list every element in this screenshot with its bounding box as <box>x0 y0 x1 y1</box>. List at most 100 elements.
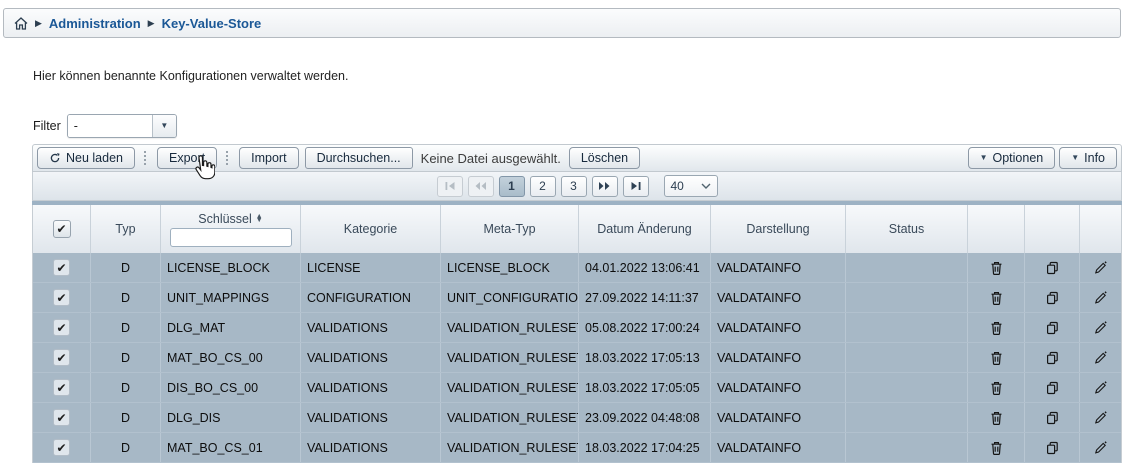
column-header-actions-edit <box>1080 205 1121 253</box>
last-page-button[interactable] <box>623 176 649 197</box>
home-icon[interactable] <box>14 17 28 30</box>
page-button-3[interactable]: 3 <box>561 176 587 197</box>
cell-schluessel: DLG_MAT <box>161 313 301 342</box>
cell-darstellung: VALDATAINFO <box>711 403 846 432</box>
copy-row-button[interactable] <box>1042 288 1062 308</box>
copy-row-button[interactable] <box>1042 348 1062 368</box>
row-checkbox[interactable]: ✔ <box>53 319 70 336</box>
copy-row-button[interactable] <box>1042 318 1062 338</box>
edit-row-button[interactable] <box>1091 378 1111 398</box>
page-button-1[interactable]: 1 <box>499 176 525 197</box>
cell-kategorie: CONFIGURATION <box>301 283 441 312</box>
row-checkbox[interactable]: ✔ <box>53 439 70 456</box>
first-page-button[interactable] <box>437 176 463 197</box>
rows-per-page-select[interactable]: 40 <box>664 175 718 197</box>
cell-status <box>846 403 968 432</box>
edit-row-button[interactable] <box>1091 348 1111 368</box>
copy-row-button[interactable] <box>1042 378 1062 398</box>
copy-icon <box>1046 351 1059 365</box>
cell-schluessel: MAT_BO_CS_00 <box>161 343 301 372</box>
column-header-label: Typ <box>115 222 135 236</box>
cell-darstellung: VALDATAINFO <box>711 343 846 372</box>
page-button-2[interactable]: 2 <box>530 176 556 197</box>
copy-icon <box>1046 321 1059 335</box>
edit-row-button[interactable] <box>1091 438 1111 458</box>
delete-row-button[interactable] <box>986 348 1006 368</box>
edit-row-button[interactable] <box>1091 408 1111 428</box>
column-header-typ[interactable]: Typ <box>91 205 161 253</box>
column-header-datum-aenderung[interactable]: Datum Änderung <box>579 205 711 253</box>
options-menu-button[interactable]: ▼ Optionen <box>968 147 1056 169</box>
sort-icon[interactable]: ▲▼ <box>256 215 263 223</box>
copy-icon <box>1046 411 1059 425</box>
next-page-button[interactable] <box>592 176 618 197</box>
trash-icon <box>990 351 1003 365</box>
select-all-checkbox[interactable]: ✔ <box>53 220 71 238</box>
breadcrumb-item-key-value-store[interactable]: Key-Value-Store <box>162 16 262 31</box>
cell-typ: D <box>91 373 161 402</box>
column-header-schluessel[interactable]: Schlüssel ▲▼ <box>161 205 301 253</box>
cell-action-edit <box>1080 373 1121 402</box>
column-header-label: Meta-Typ <box>483 222 535 236</box>
column-header-label: Status <box>889 222 924 236</box>
breadcrumb-item-administration[interactable]: Administration <box>49 16 141 31</box>
cell-status <box>846 433 968 462</box>
cell-action-delete <box>968 283 1025 312</box>
previous-page-button[interactable] <box>468 176 494 197</box>
edit-row-button[interactable] <box>1091 288 1111 308</box>
table-row[interactable]: ✔ D DLG_DIS VALIDATIONS VALIDATION_RULES… <box>33 403 1121 433</box>
filter-dropdown[interactable]: - ▼ <box>67 114 177 138</box>
row-checkbox[interactable]: ✔ <box>53 379 70 396</box>
copy-icon <box>1046 441 1059 455</box>
delete-row-button[interactable] <box>986 438 1006 458</box>
edit-row-button[interactable] <box>1091 258 1111 278</box>
row-checkbox[interactable]: ✔ <box>53 259 70 276</box>
cell-action-copy <box>1025 373 1080 402</box>
import-button[interactable]: Import <box>239 147 298 169</box>
row-checkbox[interactable]: ✔ <box>53 349 70 366</box>
column-header-darstellung[interactable]: Darstellung <box>711 205 846 253</box>
delete-row-button[interactable] <box>986 318 1006 338</box>
cell-datum-aenderung: 05.08.2022 17:00:24 <box>579 313 711 342</box>
column-header-status[interactable]: Status <box>846 205 968 253</box>
delete-row-button[interactable] <box>986 378 1006 398</box>
table-row[interactable]: ✔ D MAT_BO_CS_00 VALIDATIONS VALIDATION_… <box>33 343 1121 373</box>
delete-row-button[interactable] <box>986 288 1006 308</box>
column-header-kategorie[interactable]: Kategorie <box>301 205 441 253</box>
column-header-meta-typ[interactable]: Meta-Typ <box>441 205 579 253</box>
info-label: Info <box>1084 151 1105 165</box>
schluessel-filter-input[interactable] <box>170 228 292 247</box>
column-header-actions-copy <box>1025 205 1080 253</box>
intro-text: Hier können benannte Konfigurationen ver… <box>33 69 349 83</box>
paginator: 1 2 3 40 <box>32 172 1122 201</box>
copy-row-button[interactable] <box>1042 408 1062 428</box>
table-row[interactable]: ✔ D DLG_MAT VALIDATIONS VALIDATION_RULES… <box>33 313 1121 343</box>
cell-status <box>846 343 968 372</box>
reload-button[interactable]: Neu laden <box>37 147 135 169</box>
filter-dropdown-button[interactable]: ▼ <box>152 115 176 137</box>
export-button[interactable]: Export <box>157 147 217 169</box>
table-row[interactable]: ✔ D LICENSE_BLOCK LICENSE LICENSE_BLOCK … <box>33 253 1121 283</box>
cell-action-edit <box>1080 283 1121 312</box>
cell-datum-aenderung: 18.03.2022 17:05:13 <box>579 343 711 372</box>
delete-row-button[interactable] <box>986 258 1006 278</box>
cell-action-copy <box>1025 403 1080 432</box>
column-header-label: Darstellung <box>746 222 809 236</box>
copy-row-button[interactable] <box>1042 438 1062 458</box>
browse-label: Durchsuchen... <box>317 151 401 165</box>
cell-datum-aenderung: 18.03.2022 17:04:25 <box>579 433 711 462</box>
delete-button[interactable]: Löschen <box>569 147 640 169</box>
cell-schluessel: LICENSE_BLOCK <box>161 253 301 282</box>
row-checkbox[interactable]: ✔ <box>53 289 70 306</box>
table-row[interactable]: ✔ D DIS_BO_CS_00 VALIDATIONS VALIDATION_… <box>33 373 1121 403</box>
cell-meta-typ: VALIDATION_RULESET <box>441 403 579 432</box>
table-row[interactable]: ✔ D MAT_BO_CS_01 VALIDATIONS VALIDATION_… <box>33 433 1121 463</box>
browse-file-button[interactable]: Durchsuchen... <box>305 147 413 169</box>
copy-icon <box>1046 261 1059 275</box>
info-menu-button[interactable]: ▼ Info <box>1059 147 1117 169</box>
row-checkbox[interactable]: ✔ <box>53 409 70 426</box>
table-row[interactable]: ✔ D UNIT_MAPPINGS CONFIGURATION UNIT_CON… <box>33 283 1121 313</box>
delete-row-button[interactable] <box>986 408 1006 428</box>
copy-row-button[interactable] <box>1042 258 1062 278</box>
edit-row-button[interactable] <box>1091 318 1111 338</box>
